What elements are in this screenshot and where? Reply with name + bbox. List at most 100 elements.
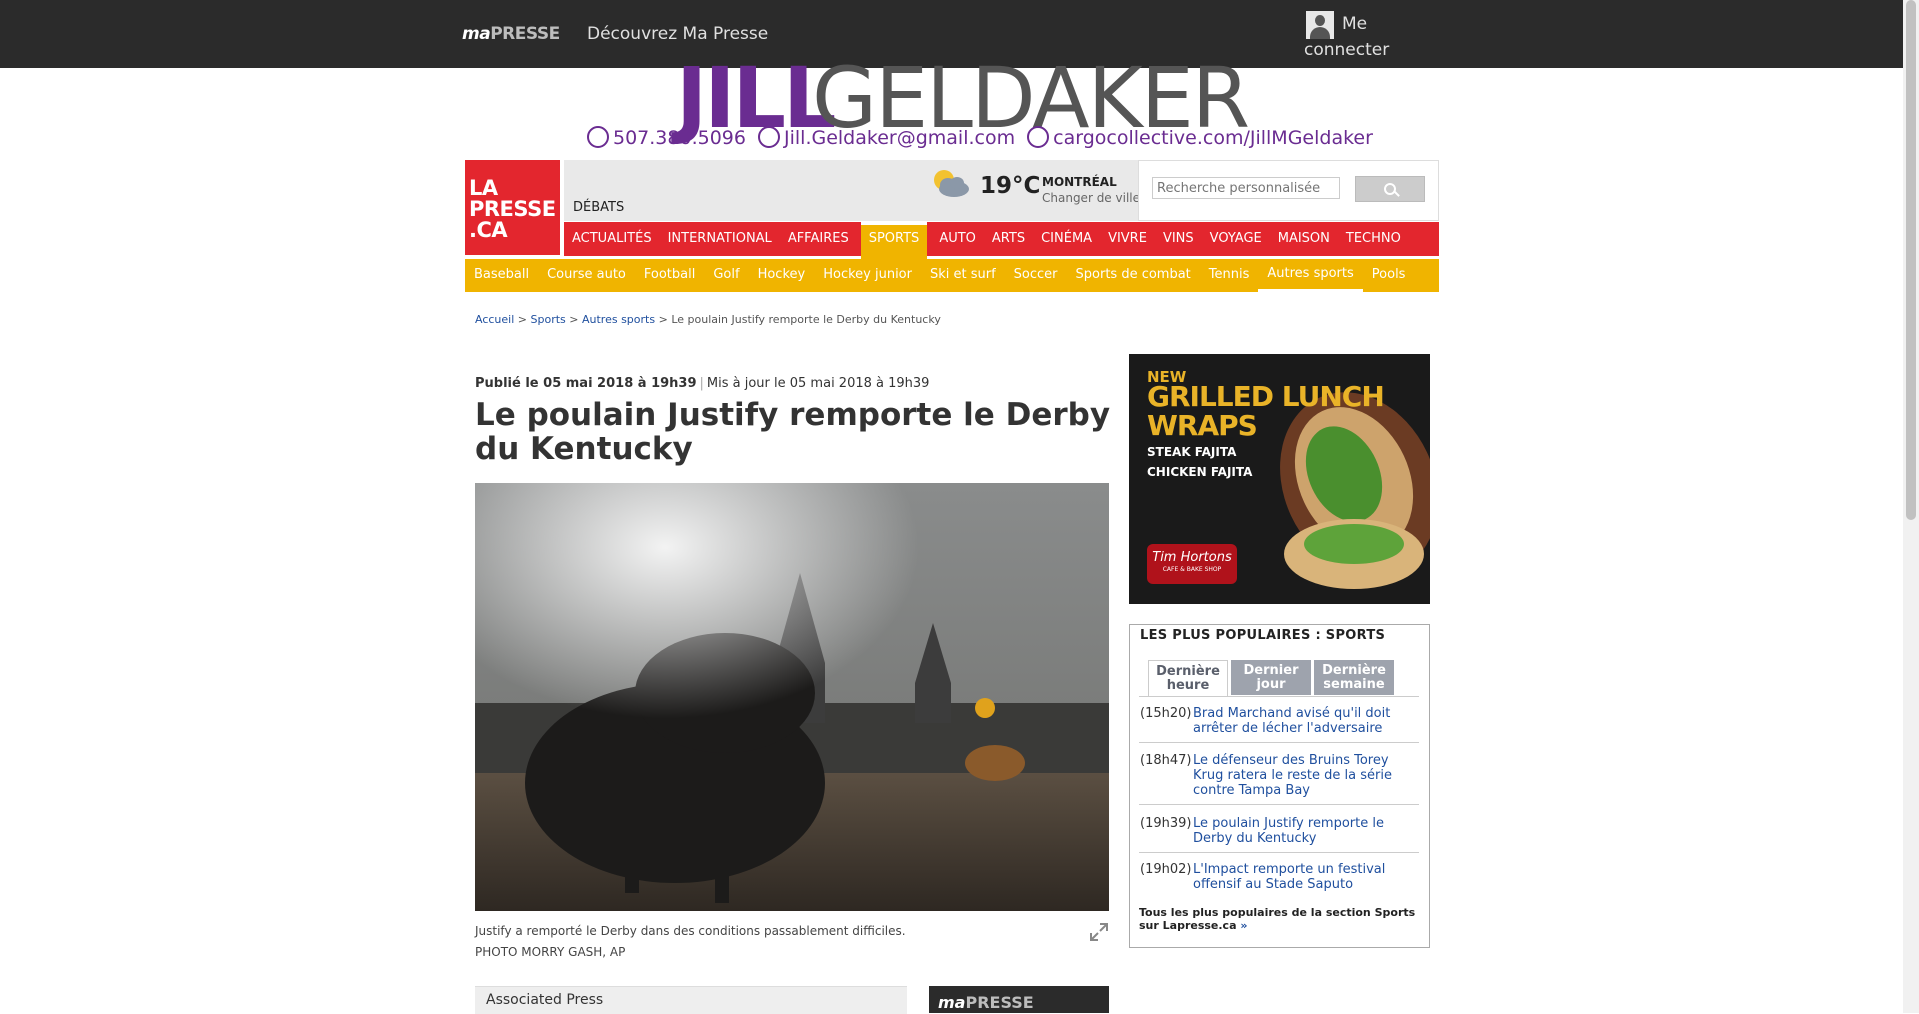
nav-item-5[interactable]: ARTS [984,222,1033,256]
breadcrumb-sep: > [658,313,668,326]
banner-phone: 507.380.5096 [613,127,746,149]
popular-item-time: (19h02) [1140,862,1192,877]
published-date: Publié le 05 mai 2018 à 19h39 [475,376,697,391]
subnav-item-11[interactable]: Pools [1363,259,1415,292]
phone-icon [587,126,609,148]
lapresse-logo[interactable]: LA PRESSE .CA [465,160,560,255]
user-icon[interactable] [1306,11,1334,39]
temperature: 19°C [980,173,1041,199]
popular-tab-label: jour [1256,677,1286,692]
breadcrumb-sep: > [569,313,579,326]
breadcrumb-autres-sports[interactable]: Autres sports [582,313,655,326]
search-button[interactable] [1355,176,1425,202]
popular-item-time: (15h20) [1140,706,1192,721]
nav-item-1[interactable]: INTERNATIONAL [660,222,780,256]
article-title: Le poulain Justify remporte le Derby du … [475,397,1111,467]
portfolio-icon [1027,126,1050,148]
subnav-item-8[interactable]: Sports de combat [1067,259,1200,292]
subnav-item-1[interactable]: Course auto [538,259,635,292]
popular-item-link[interactable]: L'Impact remporte un festival offensif a… [1193,862,1419,892]
popular-item: (19h02) L'Impact remporte un festival off… [1139,862,1419,898]
article-byline: Associated Press [486,992,604,1008]
mapresse-promo-logo: maPRESSE [938,993,1034,1012]
email-icon [758,126,781,148]
subnav-item-10[interactable]: Autres sports [1258,259,1363,292]
subnav-item-6[interactable]: Ski et surf [921,259,1005,292]
tim-hortons-logo: Tim Hortons CAFE & BAKE SHOP [1147,544,1237,584]
ad-headline-2: WRAPS [1147,409,1258,442]
nav-item-8[interactable]: VINS [1155,222,1202,256]
photo-credit: PHOTO MORRY GASH, AP [475,945,626,959]
popular-item-link[interactable]: Brad Marchand avisé qu'il doit arrêter d… [1193,706,1419,736]
popular-item: (19h39) Le poulain Justify remporte le De… [1139,816,1419,853]
popular-more-text: Tous les plus populaires de la section S… [1139,906,1416,932]
ad-headline: GRILLED LUNCH WRAPS [1147,380,1385,442]
ad-brand-sub: CAFE & BAKE SHOP [1162,566,1222,573]
logo-line-2: PRESSE [469,197,556,221]
ad-item-2: CHICKEN FAJITA [1147,465,1253,479]
popular-tab-1[interactable]: Dernier jour [1231,660,1311,695]
ad-brand: Tim Hortons [1152,550,1232,565]
tim-hortons-ad[interactable]: NEW GRILLED LUNCH WRAPS STEAK FAJITA CHIC… [1129,354,1430,604]
subnav-item-9[interactable]: Tennis [1200,259,1259,292]
popular-item: (15h20) Brad Marchand avisé qu'il doit ar… [1139,706,1419,743]
logo-presse: PRESSE [490,24,560,44]
discover-link[interactable]: Découvrez Ma Presse [587,24,768,44]
expand-icon[interactable] [1089,922,1109,942]
article-photo[interactable] [475,483,1109,911]
nav-item-4[interactable]: AUTO [931,222,984,256]
nav-item-3[interactable]: SPORTS [860,222,928,259]
section-debats-link[interactable]: DÉBATS [573,200,624,215]
subnav-item-4[interactable]: Hockey [749,259,815,292]
updated-date: Mis à jour le 05 mai 2018 à 19h39 [706,376,930,391]
popular-tab-label: heure [1166,678,1210,693]
ad-item-1: STEAK FAJITA [1147,445,1237,459]
nav-item-0[interactable]: ACTUALITÉS [564,222,660,256]
popular-tab-2[interactable]: Dernière semaine [1314,660,1394,695]
partly-cloudy-icon [934,170,969,197]
banner-email: Jill.Geldaker@gmail.com [784,127,1016,149]
ad-headline-1: GRILLED LUNCH [1147,380,1385,413]
popular-item-link[interactable]: Le poulain Justify remporte le Derby du … [1193,816,1419,846]
popular-tab-0[interactable]: Dernière heure [1148,660,1228,697]
breadcrumb-sports[interactable]: Sports [531,313,566,326]
nav-item-7[interactable]: VIVRE [1100,222,1155,256]
subnav-item-5[interactable]: Hockey junior [814,259,921,292]
popular-more-link[interactable]: Tous les plus populaires de la section S… [1139,906,1419,932]
nav-item-10[interactable]: MAISON [1270,222,1338,256]
banner-site: cargocollective.com/JillMGeldaker [1053,127,1373,149]
photo-caption: Justify a remporté le Derby dans des con… [475,924,906,938]
popular-item-time: (19h39) [1140,816,1192,831]
breadcrumb-home[interactable]: Accueil [475,313,514,326]
banner-contact[interactable]: 507.380.5096 Jill.Geldaker@gmail.com car… [587,126,1373,149]
popular-item-time: (18h47) [1140,753,1192,768]
nav-item-6[interactable]: CINÉMA [1033,222,1100,256]
sub-nav: Baseball Course auto Football Golf Hockey Hoc… [465,259,1439,292]
popular-item-link[interactable]: Le défenseur des Bruins Torey Krug rater… [1193,753,1419,798]
subnav-item-3[interactable]: Golf [704,259,748,292]
breadcrumb-current: Le poulain Justify remporte le Derby du … [671,313,941,326]
popular-tab-label: Dernier [1243,663,1299,678]
nav-item-11[interactable]: TECHNO [1338,222,1409,256]
mapresse-logo[interactable]: maPRESSE [462,24,560,44]
promo-logo-ma: ma [938,993,966,1012]
nav-item-2[interactable]: AFFAIRES [780,222,857,256]
subnav-item-0[interactable]: Baseball [465,259,538,292]
main-nav: ACTUALITÉS INTERNATIONAL AFFAIRES SPORTS AUT… [564,222,1439,259]
logo-ma: ma [462,24,491,44]
subnav-item-2[interactable]: Football [635,259,704,292]
popular-tabs: Dernière heure Dernier jour Dernière semaine [1148,660,1397,697]
popular-tab-label: Dernière [1156,664,1220,679]
popular-item: (18h47) Le défenseur des Bruins Torey Kru… [1139,753,1419,805]
nav-item-9[interactable]: VOYAGE [1202,222,1270,256]
scrollbar-thumb[interactable] [1906,0,1916,520]
breadcrumb: Accueil > Sports > Autres sports > Le po… [475,313,941,326]
popular-tab-divider [1139,696,1419,697]
city-name: MONTRÉAL [1042,175,1117,189]
subnav-item-7[interactable]: Soccer [1005,259,1067,292]
popular-title: LES PLUS POPULAIRES : SPORTS [1140,628,1386,643]
logo-line-1: LA [469,176,498,200]
popular-tab-label: semaine [1323,677,1385,692]
search-input[interactable] [1152,177,1340,199]
change-city-link[interactable]: Changer de ville [1042,191,1138,205]
